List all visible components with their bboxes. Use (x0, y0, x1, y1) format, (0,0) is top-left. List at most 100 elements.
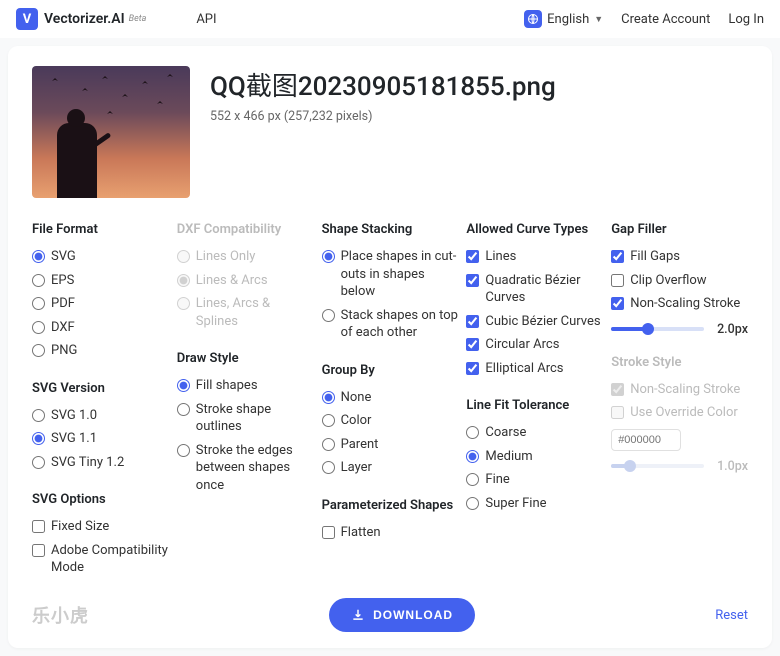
image-thumbnail[interactable] (32, 66, 190, 198)
download-button[interactable]: DOWNLOAD (329, 598, 475, 632)
file-format-title: File Format (32, 222, 169, 237)
radio-svg10[interactable] (32, 409, 45, 422)
opt-group-color[interactable]: Color (322, 409, 459, 433)
radio-stroke-outlines[interactable] (177, 403, 190, 416)
opt-eps[interactable]: EPS (32, 269, 169, 293)
opt-dxf[interactable]: DXF (32, 316, 169, 340)
radio-png[interactable] (32, 344, 45, 357)
gap-filler-title: Gap Filler (611, 222, 748, 237)
opt-medium[interactable]: Medium (466, 445, 603, 469)
opt-flatten[interactable]: Flatten (322, 521, 459, 545)
brand-name: Vectorizer.AI (44, 11, 125, 27)
gap-slider[interactable] (611, 327, 704, 331)
opt-stroke-outlines[interactable]: Stroke shape outlines (177, 398, 314, 439)
check-lines[interactable] (466, 250, 479, 263)
col-5: Gap Filler Fill Gaps Clip Overflow Non-S… (611, 222, 748, 580)
check-nss-gap[interactable] (611, 297, 624, 310)
opt-lines-only: Lines Only (177, 245, 314, 269)
create-account-link[interactable]: Create Account (621, 12, 710, 27)
opt-pdf[interactable]: PDF (32, 292, 169, 316)
radio-eps[interactable] (32, 274, 45, 287)
opt-adobe-compat[interactable]: Adobe Compatibility Mode (32, 539, 169, 580)
logo-icon: V (16, 8, 38, 30)
radio-cutouts[interactable] (322, 250, 335, 263)
top-bar: V Vectorizer.AI Beta API English ▼ Creat… (0, 0, 780, 38)
opt-lines-arcs-splines: Lines, Arcs & Splines (177, 292, 314, 333)
opt-group-layer[interactable]: Layer (322, 456, 459, 480)
check-fill-gaps[interactable] (611, 250, 624, 263)
check-quad-bezier[interactable] (466, 274, 479, 287)
options-columns: File Format SVG EPS PDF DXF PNG SVG Vers… (32, 222, 748, 580)
radio-medium[interactable] (466, 450, 479, 463)
check-flatten[interactable] (322, 526, 335, 539)
opt-fill-gaps[interactable]: Fill Gaps (611, 245, 748, 269)
check-override-color (611, 406, 624, 419)
check-circular-arcs[interactable] (466, 338, 479, 351)
check-adobe-compat[interactable] (32, 544, 45, 557)
radio-lines-arcs-splines (177, 297, 190, 310)
opt-clip-overflow[interactable]: Clip Overflow (611, 269, 748, 293)
opt-super-fine[interactable]: Super Fine (466, 492, 603, 516)
check-clip-overflow[interactable] (611, 274, 624, 287)
radio-coarse[interactable] (466, 426, 479, 439)
download-label: DOWNLOAD (373, 608, 453, 622)
login-link[interactable]: Log In (728, 12, 764, 27)
col-4: Allowed Curve Types Lines Quadratic Bézi… (466, 222, 603, 580)
svg-options-title: SVG Options (32, 492, 169, 507)
group-by-title: Group By (322, 363, 459, 378)
opt-svgtiny[interactable]: SVG Tiny 1.2 (32, 451, 169, 475)
opt-nss-stroke: Non-Scaling Stroke (611, 378, 748, 402)
file-name: QQ截图20230905181855.png (210, 66, 556, 103)
check-fixed-size[interactable] (32, 520, 45, 533)
col-1: File Format SVG EPS PDF DXF PNG SVG Vers… (32, 222, 169, 580)
override-color-input (611, 429, 681, 451)
download-icon (351, 608, 365, 622)
opt-group-parent[interactable]: Parent (322, 433, 459, 457)
radio-fill-shapes[interactable] (177, 379, 190, 392)
opt-svg10[interactable]: SVG 1.0 (32, 404, 169, 428)
radio-stroke-edges[interactable] (177, 444, 190, 457)
opt-lines[interactable]: Lines (466, 245, 603, 269)
radio-group-color[interactable] (322, 414, 335, 427)
reset-link[interactable]: Reset (715, 608, 748, 623)
radio-svg[interactable] (32, 250, 45, 263)
radio-svg11[interactable] (32, 432, 45, 445)
opt-cubic-bezier[interactable]: Cubic Bézier Curves (466, 310, 603, 334)
caret-down-icon: ▼ (594, 14, 603, 25)
opt-nss-gap[interactable]: Non-Scaling Stroke (611, 292, 748, 316)
opt-cutouts[interactable]: Place shapes in cut-outs in shapes below (322, 245, 459, 304)
opt-svg[interactable]: SVG (32, 245, 169, 269)
radio-group-none[interactable] (322, 391, 335, 404)
beta-badge: Beta (129, 14, 147, 24)
check-elliptical-arcs[interactable] (466, 362, 479, 375)
radio-group-layer[interactable] (322, 461, 335, 474)
opt-stroke-edges[interactable]: Stroke the edges between shapes once (177, 439, 314, 498)
check-cubic-bezier[interactable] (466, 315, 479, 328)
radio-fine[interactable] (466, 473, 479, 486)
dxf-compat-title: DXF Compatibility (177, 222, 314, 237)
radio-pdf[interactable] (32, 297, 45, 310)
nav-api[interactable]: API (196, 12, 216, 27)
opt-fill-shapes[interactable]: Fill shapes (177, 374, 314, 398)
opt-coarse[interactable]: Coarse (466, 421, 603, 445)
opt-stack[interactable]: Stack shapes on top of each other (322, 304, 459, 345)
opt-quad-bezier[interactable]: Quadratic Bézier Curves (466, 269, 603, 310)
footer: 乐小虎 DOWNLOAD Reset (32, 598, 748, 632)
opt-fixed-size[interactable]: Fixed Size (32, 515, 169, 539)
opt-svg11[interactable]: SVG 1.1 (32, 427, 169, 451)
opt-group-none[interactable]: None (322, 386, 459, 410)
opt-png[interactable]: PNG (32, 339, 169, 363)
language-selector[interactable]: English ▼ (524, 10, 603, 28)
radio-svgtiny[interactable] (32, 456, 45, 469)
radio-stack[interactable] (322, 309, 335, 322)
radio-group-parent[interactable] (322, 438, 335, 451)
radio-super-fine[interactable] (466, 497, 479, 510)
opt-elliptical-arcs[interactable]: Elliptical Arcs (466, 357, 603, 381)
radio-dxf[interactable] (32, 321, 45, 334)
opt-circular-arcs[interactable]: Circular Arcs (466, 333, 603, 357)
gap-slider-row: 2.0px (611, 322, 748, 337)
radio-lines-only (177, 250, 190, 263)
opt-fine[interactable]: Fine (466, 468, 603, 492)
language-label: English (547, 12, 589, 27)
check-nss-stroke (611, 383, 624, 396)
